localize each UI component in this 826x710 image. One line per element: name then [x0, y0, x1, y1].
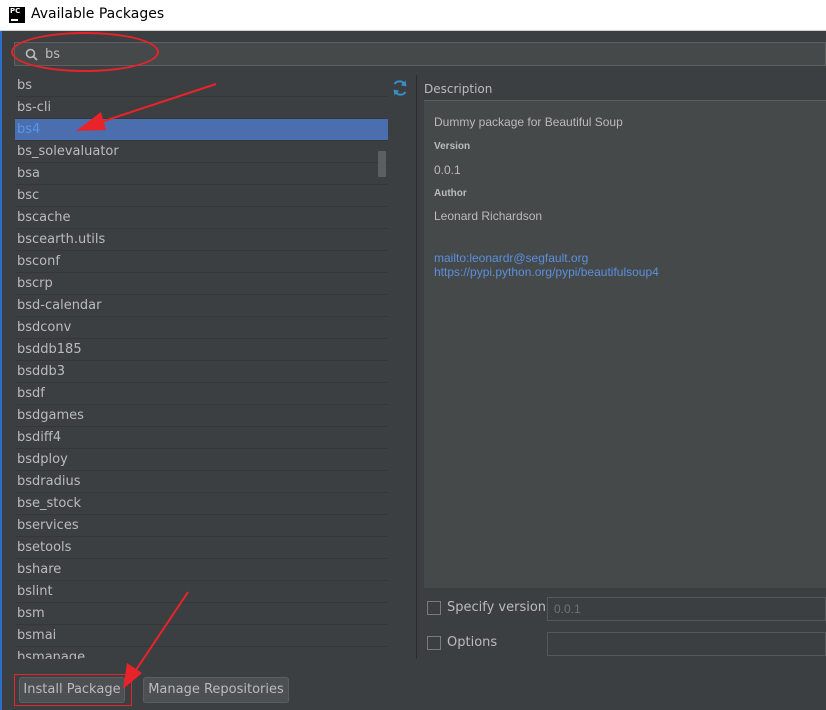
package-list-item[interactable]: bslint — [15, 581, 388, 603]
package-list-item[interactable]: bshare — [15, 559, 388, 581]
package-list-item[interactable]: bsdploy — [15, 449, 388, 471]
version-field[interactable] — [547, 597, 826, 621]
author-label: Author — [434, 188, 467, 199]
install-package-button[interactable]: Install Package — [19, 677, 125, 703]
version-label: Version — [434, 141, 471, 152]
package-list-item[interactable]: bsdradius — [15, 471, 388, 493]
package-list-item[interactable]: bsddb185 — [15, 339, 388, 361]
search-input[interactable] — [45, 44, 805, 64]
package-list-item[interactable]: bsd-calendar — [15, 295, 388, 317]
package-list-item[interactable]: bsm — [15, 603, 388, 625]
specify-version-label: Specify version — [447, 600, 547, 615]
package-list-item[interactable]: bsddb3 — [15, 361, 388, 383]
window-title: Available Packages — [31, 6, 165, 22]
title-bar: PC Available Packages — [0, 0, 826, 31]
list-scrollbar-thumb[interactable] — [378, 151, 386, 177]
package-list-item[interactable]: bse_stock — [15, 493, 388, 515]
description-header: Description — [424, 82, 493, 96]
search-icon[interactable] — [25, 48, 39, 62]
window-edge — [0, 31, 2, 710]
package-list-item[interactable]: bsdiff4 — [15, 427, 388, 449]
package-list-item[interactable]: bsdf — [15, 383, 388, 405]
package-summary: Dummy package for Beautiful Soup — [434, 115, 623, 129]
manage-repositories-button[interactable]: Manage Repositories — [143, 677, 289, 703]
package-list-item[interactable]: bsa — [15, 163, 388, 185]
search-bar[interactable] — [14, 42, 826, 66]
package-list-item[interactable]: bs_solevaluator — [15, 141, 388, 163]
package-list-item[interactable]: bs4 — [15, 119, 388, 141]
package-list-item[interactable]: bs — [15, 75, 388, 97]
package-list-item[interactable]: bscrp — [15, 273, 388, 295]
package-list-item[interactable]: bsmanage — [15, 647, 388, 659]
description-panel: Dummy package for Beautiful Soup Version… — [424, 100, 826, 588]
package-list-item[interactable]: bsetools — [15, 537, 388, 559]
annotation-arrowhead-install — [123, 663, 142, 689]
options-checkbox[interactable] — [427, 636, 441, 650]
specify-version-checkbox[interactable] — [427, 601, 441, 615]
pycharm-app-icon: PC — [9, 7, 25, 23]
package-list-item[interactable]: bs-cli — [15, 97, 388, 119]
package-list-item[interactable]: bscache — [15, 207, 388, 229]
version-value: 0.0.1 — [434, 163, 461, 177]
package-list[interactable]: bs bs-cli bs4 bs_solevaluator bsa bsc bscache b… — [15, 75, 388, 659]
package-list-item[interactable]: bservices — [15, 515, 388, 537]
package-list-item[interactable]: bsdconv — [15, 317, 388, 339]
package-list-item[interactable]: bsmai — [15, 625, 388, 647]
package-list-item[interactable]: bsdgames — [15, 405, 388, 427]
package-list-item[interactable]: bsc — [15, 185, 388, 207]
pane-divider[interactable] — [416, 75, 417, 659]
author-value: Leonard Richardson — [434, 209, 543, 223]
options-label: Options — [447, 635, 498, 650]
package-list-item[interactable]: bscearth.utils — [15, 229, 388, 251]
package-list-item[interactable]: bsconf — [15, 251, 388, 273]
author-email-link[interactable]: mailto:leonardr@segfault.org — [434, 251, 588, 265]
options-field[interactable] — [547, 632, 826, 656]
homepage-link[interactable]: https://pypi.python.org/pypi/beautifulso… — [434, 265, 659, 279]
reload-list-icon[interactable] — [391, 79, 409, 97]
